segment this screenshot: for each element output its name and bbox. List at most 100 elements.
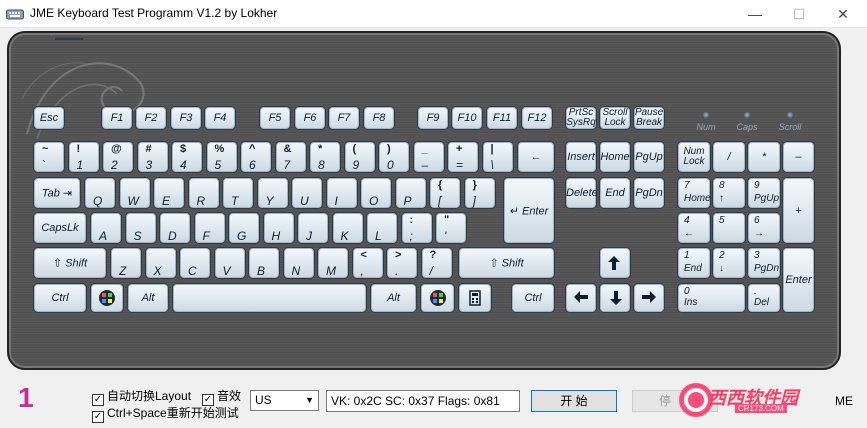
key-5[interactable]: % 5 [205, 141, 238, 173]
f4-key[interactable]: F4 [204, 106, 236, 130]
key-I[interactable]: I [325, 177, 358, 209]
left-alt-key[interactable]: Alt [127, 283, 169, 313]
numpad-1-key[interactable]: 1 End [677, 247, 711, 279]
key-8[interactable]: * 8 [309, 141, 341, 173]
numpad-subtract-key[interactable]: – [782, 141, 815, 173]
f12-key[interactable]: F12 [521, 106, 553, 130]
tab-key[interactable]: Tab ⇥ [33, 177, 81, 209]
numpad-divide-key[interactable]: / [712, 141, 746, 173]
arrow-left-key[interactable] [565, 283, 597, 313]
key-G[interactable]: G [228, 212, 260, 244]
page-down-key[interactable]: PgDn [633, 177, 665, 209]
left-ctrl-key[interactable]: Ctrl [33, 283, 87, 313]
key-R[interactable]: R [187, 177, 220, 209]
key-;[interactable]: :; [400, 212, 433, 244]
key-,[interactable]: <, [351, 247, 384, 279]
ctrl-space-restart-checkbox[interactable]: ✓ Ctrl+Space重新开始测试 [92, 404, 239, 423]
numpad-2-key[interactable]: 2 ↓ [712, 247, 746, 279]
print-screen-key[interactable]: PrtSc SysRq [565, 106, 597, 130]
f10-key[interactable]: F10 [451, 106, 483, 130]
f5-key[interactable]: F5 [259, 106, 291, 130]
key-U[interactable]: U [291, 177, 323, 209]
key-P[interactable]: P [394, 177, 427, 209]
f8-key[interactable]: F8 [363, 106, 395, 130]
key-S[interactable]: S [124, 212, 157, 244]
key-`[interactable]: ~ ` [33, 141, 65, 173]
right-ctrl-key[interactable]: Ctrl [511, 283, 555, 313]
key-[[interactable]: {[ [429, 177, 461, 209]
arrow-down-key[interactable] [599, 283, 631, 313]
key-C[interactable]: C [179, 247, 211, 279]
key-K[interactable]: K [331, 212, 364, 244]
key-M[interactable]: M [317, 247, 349, 279]
key-B[interactable]: B [248, 247, 280, 279]
f9-key[interactable]: F9 [417, 106, 449, 130]
delete-key[interactable]: Delete [565, 177, 597, 209]
key-X[interactable]: X [144, 247, 177, 279]
key-2[interactable]: @2 [102, 141, 134, 173]
key-–[interactable]: _ – [412, 141, 445, 173]
menu-key[interactable] [458, 283, 492, 313]
layout-select[interactable]: US ▼ [250, 390, 319, 411]
key-7[interactable]: & 7 [274, 141, 307, 173]
left-windows-key[interactable] [90, 283, 124, 313]
num-lock-key[interactable]: Num Lock [677, 141, 711, 173]
key-/[interactable]: ? / [420, 247, 453, 279]
key-O[interactable]: O [360, 177, 392, 209]
insert-key[interactable]: Insert [565, 141, 597, 173]
page-up-key[interactable]: PgUp [633, 141, 665, 173]
enter-key[interactable]: ↵ Enter [503, 177, 555, 244]
key-A[interactable]: A [90, 212, 122, 244]
key-J[interactable]: J [297, 212, 329, 244]
key-=[interactable]: + = [447, 141, 479, 173]
key-0[interactable]: ) 0 [378, 141, 410, 173]
key-H[interactable]: H [262, 212, 295, 244]
home-key[interactable]: Home [599, 141, 631, 173]
escape-key[interactable]: Esc [33, 106, 65, 130]
key-V[interactable]: V [213, 247, 246, 279]
key-\[interactable]: | \ [481, 141, 514, 173]
start-button[interactable]: 开 始 [531, 390, 617, 412]
key-F[interactable]: F [193, 212, 226, 244]
numpad-6-key[interactable]: 6 → [747, 212, 781, 244]
key-D[interactable]: D [159, 212, 191, 244]
right-shift-key[interactable]: ⇧ Shift [458, 247, 555, 279]
key-Q[interactable]: Q [84, 177, 116, 209]
key-3[interactable]: #3 [136, 141, 169, 173]
key-E[interactable]: E [153, 177, 185, 209]
numpad-7-key[interactable]: 7 Home [677, 177, 711, 209]
numpad-4-key[interactable]: 4 ← [677, 212, 711, 244]
scroll-lock-key[interactable]: Scroll Lock [599, 106, 631, 130]
key-L[interactable]: L [366, 212, 398, 244]
key-Y[interactable]: Y [256, 177, 289, 209]
pause-break-key[interactable]: Pause Break [633, 106, 665, 130]
numpad-3-key[interactable]: 3 PgDn [747, 247, 781, 279]
f2-key[interactable]: F2 [135, 106, 167, 130]
arrow-right-key[interactable] [633, 283, 665, 313]
key-T[interactable]: T [222, 177, 254, 209]
f3-key[interactable]: F3 [170, 106, 202, 130]
backspace-key[interactable]: ← [517, 141, 555, 173]
volume-up-key[interactable] [55, 38, 83, 40]
key-4[interactable]: $4 [171, 141, 203, 173]
numpad-add-key[interactable]: + [782, 177, 815, 244]
key-.[interactable]: >. [386, 247, 418, 279]
numpad-8-key[interactable]: 8 ↑ [712, 177, 746, 209]
f6-key[interactable]: F6 [294, 106, 326, 130]
left-shift-key[interactable]: ⇧ Shift [33, 247, 107, 279]
numpad-decimal-key[interactable]: . Del [747, 283, 781, 313]
maximize-button[interactable]: ☐ [777, 0, 821, 28]
numpad-multiply-key[interactable]: * [747, 141, 781, 173]
key-9[interactable]: (9 [343, 141, 376, 173]
key-W[interactable]: W [118, 177, 151, 209]
numpad-0-key[interactable]: 0 Ins [677, 283, 746, 313]
close-button[interactable]: ✕ [821, 0, 865, 28]
key-'[interactable]: " ' [435, 212, 467, 244]
key-][interactable]: }] [463, 177, 496, 209]
f1-key[interactable]: F1 [101, 106, 133, 130]
arrow-up-key[interactable] [599, 247, 631, 279]
space-key[interactable] [172, 283, 367, 313]
key-N[interactable]: N [282, 247, 315, 279]
key-1[interactable]: ! 1 [67, 141, 100, 173]
caps-lock-key[interactable]: CapsLk [33, 212, 87, 244]
